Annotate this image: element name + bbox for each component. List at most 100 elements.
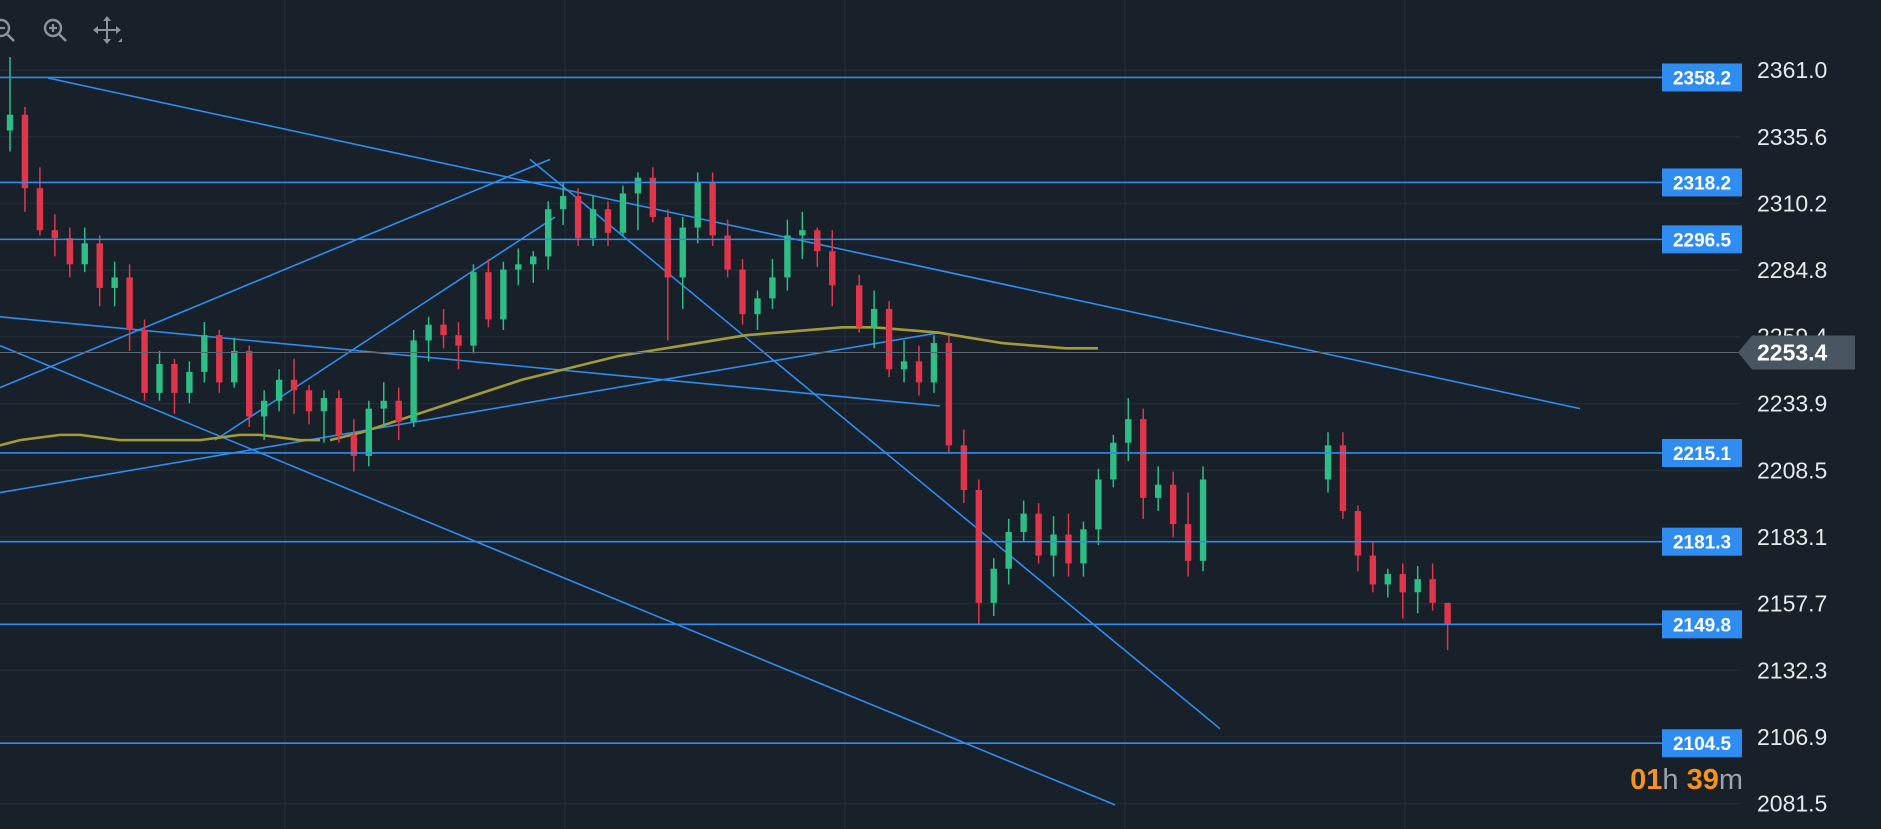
- candle[interactable]: [1110, 434, 1117, 488]
- candle[interactable]: [1354, 505, 1362, 572]
- candle[interactable]: [1339, 432, 1347, 519]
- horizontal-level[interactable]: 2358.2: [0, 63, 1742, 92]
- candle[interactable]: [290, 358, 298, 414]
- candle[interactable]: [829, 230, 836, 307]
- candle[interactable]: [960, 429, 968, 504]
- candle[interactable]: [515, 248, 522, 286]
- candle[interactable]: [769, 259, 776, 309]
- candle[interactable]: [141, 319, 148, 401]
- candle[interactable]: [81, 227, 88, 273]
- candle[interactable]: [171, 358, 178, 414]
- candle[interactable]: [455, 322, 462, 370]
- candle[interactable]: [915, 345, 923, 396]
- candle[interactable]: [485, 259, 492, 328]
- candlestick-chart[interactable]: 2358.2 2318.2 2296.5 2215.1 2181.3 2149.8 2104…: [0, 0, 1881, 829]
- candle[interactable]: [186, 361, 193, 404]
- candle[interactable]: [885, 301, 893, 378]
- candle[interactable]: [36, 167, 44, 236]
- trendline[interactable]: [47, 77, 1581, 410]
- candle[interactable]: [574, 188, 582, 246]
- candle[interactable]: [870, 290, 878, 349]
- candle[interactable]: [1184, 492, 1192, 577]
- candle[interactable]: [799, 211, 806, 260]
- candle[interactable]: [1369, 542, 1377, 593]
- candle[interactable]: [156, 350, 163, 401]
- trendline[interactable]: [0, 158, 551, 389]
- candle[interactable]: [990, 558, 997, 616]
- candle[interactable]: [126, 264, 133, 351]
- candle[interactable]: [545, 201, 552, 270]
- candle[interactable]: [1065, 513, 1072, 577]
- candle[interactable]: [930, 335, 938, 393]
- candle[interactable]: [275, 369, 283, 412]
- candle[interactable]: [425, 316, 432, 362]
- candle[interactable]: [395, 387, 402, 441]
- candle[interactable]: [365, 400, 372, 467]
- horizontal-level[interactable]: 2149.8: [0, 610, 1742, 639]
- horizontal-level[interactable]: 2318.2: [0, 168, 1742, 197]
- candle-body: [1020, 513, 1027, 532]
- candle[interactable]: [754, 290, 761, 330]
- horizontal-level[interactable]: 2215.1: [0, 438, 1742, 467]
- candle[interactable]: [1324, 432, 1332, 493]
- candle[interactable]: [900, 340, 908, 383]
- candle[interactable]: [320, 390, 328, 443]
- horizontal-level[interactable]: 2104.5: [0, 729, 1742, 758]
- candle[interactable]: [500, 261, 507, 330]
- candle[interactable]: [380, 382, 387, 428]
- candle[interactable]: [1035, 503, 1042, 564]
- candle[interactable]: [784, 219, 791, 291]
- candle[interactable]: [709, 172, 716, 246]
- candle[interactable]: [51, 214, 59, 257]
- candle[interactable]: [649, 167, 657, 223]
- candle[interactable]: [1080, 521, 1087, 577]
- candle[interactable]: [1125, 398, 1132, 462]
- candle[interactable]: [975, 479, 982, 624]
- candle[interactable]: [6, 57, 14, 152]
- candle[interactable]: [231, 337, 238, 388]
- candle[interactable]: [410, 329, 417, 428]
- candle[interactable]: [664, 209, 671, 341]
- candle[interactable]: [111, 261, 118, 307]
- candle[interactable]: [440, 308, 447, 349]
- candles[interactable]: [6, 57, 1451, 651]
- candle[interactable]: [1155, 466, 1162, 511]
- candle[interactable]: [1444, 602, 1451, 651]
- candle[interactable]: [1095, 468, 1102, 546]
- candle[interactable]: [350, 419, 358, 472]
- candle-body: [365, 408, 372, 456]
- candle[interactable]: [1050, 516, 1057, 577]
- zoom-out-icon[interactable]: [0, 13, 20, 47]
- candle[interactable]: [1020, 500, 1027, 543]
- candle-body: [455, 335, 462, 346]
- candle[interactable]: [1384, 568, 1391, 598]
- candle[interactable]: [260, 390, 268, 441]
- move-crosshair-icon[interactable]: [90, 13, 124, 47]
- candle[interactable]: [246, 345, 253, 428]
- candle[interactable]: [1140, 408, 1147, 519]
- horizontal-level[interactable]: 2181.3: [0, 527, 1742, 556]
- candle[interactable]: [679, 217, 686, 309]
- price-axis: 2361.02335.62310.22284.82259.42233.92208…: [1738, 57, 1855, 817]
- candle-body: [96, 243, 103, 288]
- candle[interactable]: [530, 251, 537, 283]
- horizontal-level[interactable]: 2296.5: [0, 225, 1742, 254]
- y-tick-label: 2132.3: [1757, 657, 1827, 683]
- candle[interactable]: [1005, 518, 1012, 585]
- candle[interactable]: [619, 185, 627, 236]
- candle[interactable]: [21, 106, 29, 212]
- candle[interactable]: [305, 385, 313, 425]
- candle[interactable]: [96, 235, 103, 307]
- candle[interactable]: [1414, 566, 1421, 614]
- candle[interactable]: [470, 264, 477, 354]
- trendline[interactable]: [0, 331, 941, 494]
- candle[interactable]: [724, 219, 731, 278]
- candle[interactable]: [739, 259, 746, 325]
- candle[interactable]: [1199, 466, 1207, 572]
- candle[interactable]: [814, 227, 821, 267]
- zoom-in-icon[interactable]: [38, 13, 72, 47]
- candle[interactable]: [856, 274, 863, 333]
- candle[interactable]: [216, 329, 223, 393]
- candle[interactable]: [634, 172, 642, 231]
- candle[interactable]: [1169, 471, 1177, 538]
